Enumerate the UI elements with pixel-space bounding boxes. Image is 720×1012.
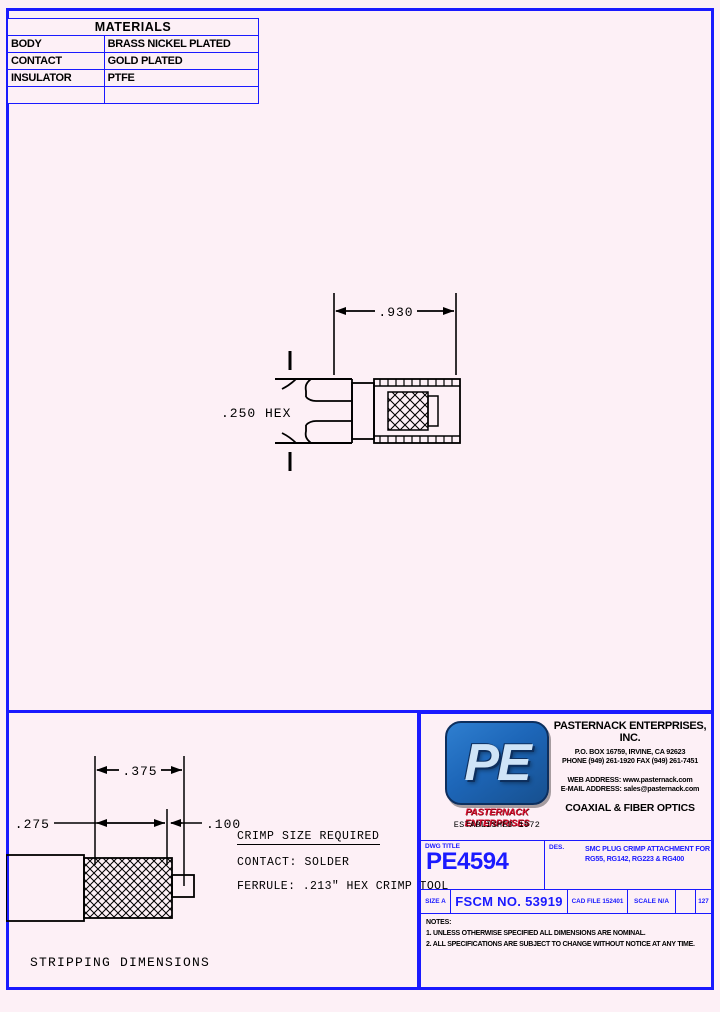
part-number: PE4594 — [426, 848, 509, 875]
des-label: DES. — [549, 844, 565, 851]
note-1: 1. UNLESS OTHERWISE SPECIFIED ALL DIMENS… — [426, 930, 646, 937]
main-connector-view: .930 .250 HEX — [0, 0, 720, 710]
company-header: PE PASTERNACK ENTERPRISES ESTABLISHED 19… — [420, 713, 714, 841]
company-email: E-MAIL ADDRESS: sales@pasternack.com — [560, 784, 700, 793]
length-dimension-text: .930 — [378, 305, 413, 320]
crimp-title: CRIMP SIZE REQUIRED — [237, 830, 380, 845]
crimp-ferrule — [373, 378, 461, 444]
specs-row: SIZE A FSCM NO. 53919 CAD FILE 152401 SC… — [420, 889, 714, 914]
cad-file-cell: CAD FILE 152401 — [568, 890, 628, 913]
logo-established: ESTABLISHED 1972 — [453, 820, 541, 830]
pasternack-logo: PE PASTERNACK ENTERPRISES ESTABLISHED 19… — [439, 719, 557, 837]
company-web: WEB ADDRESS: www.pasternack.com — [567, 775, 693, 784]
logo-plate-icon: PE — [445, 721, 549, 805]
company-phone: PHONE (949) 261-1920 FAX (949) 261-7451 — [561, 756, 699, 765]
blank-cell — [676, 890, 696, 913]
length-dimension: .930 — [333, 293, 457, 375]
scale-cell: SCALE N/A — [628, 890, 676, 913]
description-cell: DES. SMC PLUG CRIMP ATTACHMENT FOR RG55,… — [545, 841, 713, 889]
title-block: PE PASTERNACK ENTERPRISES ESTABLISHED 19… — [420, 713, 714, 990]
dimension-375: .375 — [96, 761, 182, 779]
description-text: SMC PLUG CRIMP ATTACHMENT FOR RG55, RG14… — [585, 844, 710, 863]
dimension-100-text: .100 — [206, 817, 241, 832]
braid-hatch — [387, 391, 429, 431]
connector-body — [351, 382, 375, 440]
logo-initials: PE — [464, 734, 531, 792]
drawing-sheet: MATERIALS BODY BRASS NICKEL PLATED CONTA… — [0, 0, 720, 1012]
dwg-title-cell: DWG TITLE PE4594 — [421, 841, 545, 889]
crimp-info: CRIMP SIZE REQUIRED CONTACT: SOLDER FERR… — [237, 826, 449, 893]
dimension-275-text: .275 — [15, 817, 50, 832]
size-cell: SIZE A — [421, 890, 451, 913]
dimension-275: .275 — [15, 817, 165, 832]
company-name: PASTERNACK ENTERPRISES, INC. — [553, 720, 707, 744]
company-address: P.O. BOX 16759, IRVINE, CA 92623 — [574, 747, 686, 756]
cable-braid-hatch — [83, 857, 173, 919]
hex-dimension: .250 HEX — [221, 351, 352, 471]
hex-dimension-text: .250 HEX — [221, 406, 291, 421]
stripping-caption: STRIPPING DIMENSIONS — [30, 955, 211, 970]
notes-header: NOTES: — [426, 919, 452, 926]
connector-drawing-svg: .930 .250 HEX — [221, 293, 461, 471]
crimp-contact: CONTACT: SOLDER — [237, 856, 350, 869]
rev-cell: 127 — [696, 890, 712, 913]
note-2: 2. ALL SPECIFICATIONS ARE SUBJECT TO CHA… — [426, 941, 695, 948]
notes-block: NOTES: 1. UNLESS OTHERWISE SPECIFIED ALL… — [420, 913, 714, 990]
crimp-ferrule: FERRULE: .213" HEX CRIMP TOOL — [237, 880, 449, 893]
company-tagline: COAXIAL & FIBER OPTICS — [565, 802, 695, 814]
fscm-cell: FSCM NO. 53919 — [451, 890, 568, 913]
title-description-row: DWG TITLE PE4594 DES. SMC PLUG CRIMP ATT… — [420, 840, 714, 890]
dimension-375-text: .375 — [122, 764, 157, 779]
company-text-block: PASTERNACK ENTERPRISES, INC. P.O. BOX 16… — [547, 720, 713, 814]
hex-nut — [281, 378, 353, 444]
dimension-100: .100 — [170, 817, 241, 832]
cable-outline — [6, 854, 195, 922]
